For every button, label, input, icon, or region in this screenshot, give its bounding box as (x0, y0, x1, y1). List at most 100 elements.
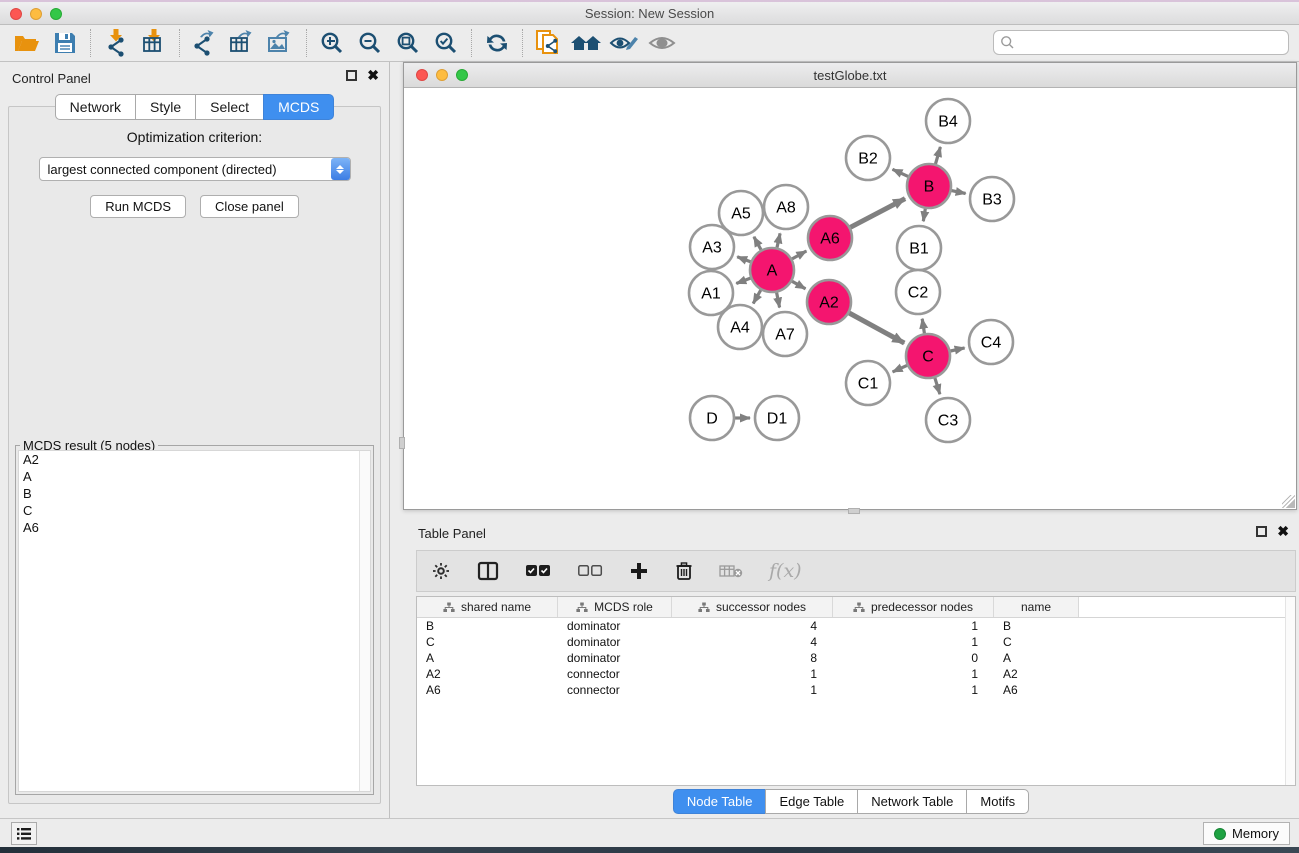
column-header-successor-nodes[interactable]: successor nodes (672, 597, 833, 617)
graph-node-B4[interactable]: B4 (926, 99, 970, 143)
clone-network-icon[interactable] (529, 27, 567, 59)
result-list-item[interactable]: B (19, 485, 370, 502)
tab-style[interactable]: Style (135, 94, 195, 120)
graph-edge-A-A8[interactable] (777, 233, 780, 247)
graph-node-D[interactable]: D (690, 396, 734, 440)
select-all-icon[interactable] (525, 563, 551, 579)
result-list-item[interactable]: A2 (19, 451, 370, 468)
tab-node-table[interactable]: Node Table (673, 789, 766, 814)
column-header-name[interactable]: name (994, 597, 1079, 617)
save-session-icon[interactable] (46, 27, 84, 59)
mcds-result-list[interactable]: A2ABCA6 (18, 450, 371, 792)
graph-edge-A-A1[interactable] (736, 278, 750, 283)
zoom-fit-icon[interactable] (389, 27, 427, 59)
column-header-predecessor-nodes[interactable]: predecessor nodes (833, 597, 994, 617)
import-table-icon[interactable] (135, 27, 173, 59)
zoom-out-icon[interactable] (351, 27, 389, 59)
table-row[interactable]: Cdominator41C (417, 634, 1295, 650)
graph-node-A2[interactable]: A2 (807, 280, 851, 324)
criterion-dropdown[interactable]: largest connected component (directed) (39, 157, 351, 181)
graph-edge-B-B3[interactable] (952, 191, 966, 194)
network-canvas[interactable]: B4 B2 B B3 A5 A8 A6 A3 B1 A A1 C2 A2 A4 … (405, 88, 1295, 508)
network-graph[interactable]: B4 B2 B B3 A5 A8 A6 A3 B1 A A1 C2 A2 A4 … (405, 88, 1295, 508)
graph-node-B3[interactable]: B3 (970, 177, 1014, 221)
resize-grip[interactable] (1282, 495, 1295, 508)
graph-edge-A-A4[interactable] (753, 290, 761, 303)
graph-node-C[interactable]: C (906, 334, 950, 378)
column-view-icon[interactable] (477, 561, 499, 581)
graph-node-A7[interactable]: A7 (763, 312, 807, 356)
result-list-item[interactable]: A6 (19, 519, 370, 536)
tab-network-table[interactable]: Network Table (857, 789, 966, 814)
graph-edge-C-C2[interactable] (922, 319, 924, 334)
close-table-panel-icon[interactable]: ✖ (1277, 526, 1289, 537)
graph-edge-B-B4[interactable] (936, 147, 941, 164)
task-history-button[interactable] (11, 822, 37, 845)
graph-node-C2[interactable]: C2 (896, 270, 940, 314)
zoom-selected-icon[interactable] (427, 27, 465, 59)
tab-edge-table[interactable]: Edge Table (765, 789, 857, 814)
graph-edge-B-B2[interactable] (893, 169, 909, 176)
show-hide-graphics-icon[interactable] (605, 27, 643, 59)
table-row[interactable]: A6connector11A6 (417, 682, 1295, 698)
graph-node-C1[interactable]: C1 (846, 361, 890, 405)
table-settings-icon[interactable] (431, 561, 451, 581)
graph-edge-A-A7[interactable] (777, 293, 780, 308)
close-panel-icon[interactable]: ✖ (367, 70, 379, 81)
result-list-item[interactable]: A (19, 468, 370, 485)
run-mcds-button[interactable]: Run MCDS (90, 195, 186, 218)
table-row[interactable]: Adominator80A (417, 650, 1295, 666)
export-table-icon[interactable] (224, 27, 262, 59)
float-panel-icon[interactable] (346, 70, 357, 81)
tab-mcds[interactable]: MCDS (263, 94, 334, 120)
close-panel-button[interactable]: Close panel (200, 195, 299, 218)
graph-edge-C-C3[interactable] (935, 378, 940, 394)
graph-node-A6[interactable]: A6 (808, 216, 852, 260)
tab-select[interactable]: Select (195, 94, 263, 120)
memory-button[interactable]: Memory (1203, 822, 1290, 845)
deselect-all-icon[interactable] (577, 563, 603, 579)
graph-node-A3[interactable]: A3 (690, 225, 734, 269)
graph-node-C4[interactable]: C4 (969, 320, 1013, 364)
refresh-icon[interactable] (478, 27, 516, 59)
network-window-titlebar[interactable]: testGlobe.txt (404, 63, 1296, 88)
graph-edge-C-C1[interactable] (893, 365, 907, 372)
graph-node-A[interactable]: A (750, 248, 794, 292)
result-list-item[interactable]: C (19, 502, 370, 519)
graph-node-A4[interactable]: A4 (718, 305, 762, 349)
float-table-panel-icon[interactable] (1256, 526, 1267, 537)
splitter-handle-left[interactable] (399, 437, 405, 449)
graph-node-A8[interactable]: A8 (764, 185, 808, 229)
graph-edge-B-B1[interactable] (923, 209, 925, 222)
search-input[interactable] (1015, 33, 1288, 53)
graphics-details-icon[interactable] (643, 27, 681, 59)
import-network-icon[interactable] (97, 27, 135, 59)
column-header-shared-name[interactable]: shared name (417, 597, 558, 617)
delete-column-icon[interactable] (675, 561, 693, 581)
table-row[interactable]: Bdominator41B (417, 618, 1295, 634)
node-table[interactable]: shared nameMCDS rolesuccessor nodesprede… (416, 596, 1296, 786)
search-box[interactable] (993, 30, 1289, 55)
function-builder-icon[interactable]: f(x) (769, 560, 802, 582)
tab-network[interactable]: Network (55, 94, 135, 120)
graph-node-D1[interactable]: D1 (755, 396, 799, 440)
graph-edge-A-A3[interactable] (737, 257, 750, 262)
graph-edge-A6-B[interactable] (850, 199, 905, 228)
graph-edge-A-A2[interactable] (792, 281, 805, 289)
graph-node-B1[interactable]: B1 (897, 226, 941, 270)
delete-table-icon[interactable] (719, 563, 743, 579)
graph-node-C3[interactable]: C3 (926, 398, 970, 442)
graph-node-B2[interactable]: B2 (846, 136, 890, 180)
table-scrollbar[interactable] (1285, 597, 1295, 785)
table-row[interactable]: A2connector11A2 (417, 666, 1295, 682)
open-file-icon[interactable] (8, 27, 46, 59)
graph-edge-C-C4[interactable] (951, 348, 965, 351)
tab-motifs[interactable]: Motifs (966, 789, 1029, 814)
splitter-handle-bottom[interactable] (848, 508, 860, 514)
column-header-MCDS-role[interactable]: MCDS role (558, 597, 672, 617)
graph-node-B[interactable]: B (907, 164, 951, 208)
export-image-icon[interactable] (262, 27, 300, 59)
zoom-in-icon[interactable] (313, 27, 351, 59)
graph-edge-A-A6[interactable] (792, 251, 806, 259)
add-column-icon[interactable] (629, 561, 649, 581)
